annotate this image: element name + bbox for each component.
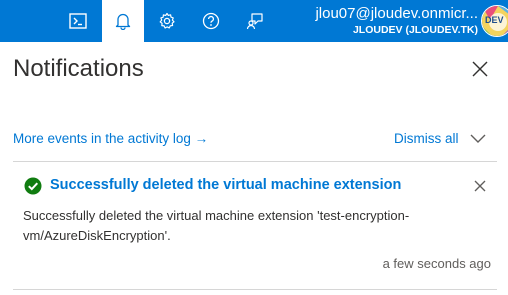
feedback-button[interactable] xyxy=(235,0,275,42)
notification-timestamp: a few seconds ago xyxy=(382,256,491,271)
activity-log-link[interactable]: More events in the activity log → xyxy=(13,131,208,146)
divider xyxy=(13,161,497,162)
account-info[interactable]: jlou07@jloudev.onmicr... JLOUDEV (JLOUDE… xyxy=(290,0,478,42)
success-check-icon xyxy=(24,177,42,195)
dismiss-notification-icon[interactable] xyxy=(473,179,487,193)
settings-button[interactable] xyxy=(147,0,187,42)
top-bar: jlou07@jloudev.onmicr... JLOUDEV (JLOUDE… xyxy=(0,0,508,42)
notification-title[interactable]: Successfully deleted the virtual machine… xyxy=(50,177,401,193)
feedback-icon xyxy=(246,13,263,30)
divider xyxy=(13,289,497,290)
avatar[interactable]: DEV xyxy=(481,5,508,37)
chevron-down-icon[interactable] xyxy=(469,133,487,145)
avatar-initials: DEV xyxy=(485,15,504,25)
cloud-shell-button[interactable] xyxy=(58,0,98,42)
cloud-shell-icon xyxy=(69,13,87,29)
bell-icon xyxy=(115,13,131,30)
account-email: jlou07@jloudev.onmicr... xyxy=(315,5,478,22)
help-icon xyxy=(202,12,220,30)
panel-title: Notifications xyxy=(13,55,144,82)
close-icon[interactable] xyxy=(470,59,490,79)
account-directory: JLOUDEV (JLOUDEV.TK) xyxy=(352,24,478,36)
help-button[interactable] xyxy=(191,0,231,42)
notification-body: Successfully deleted the virtual machine… xyxy=(23,208,410,243)
dismiss-all-button[interactable]: Dismiss all xyxy=(394,131,459,146)
notifications-button[interactable] xyxy=(102,0,144,42)
gear-icon xyxy=(159,12,175,29)
